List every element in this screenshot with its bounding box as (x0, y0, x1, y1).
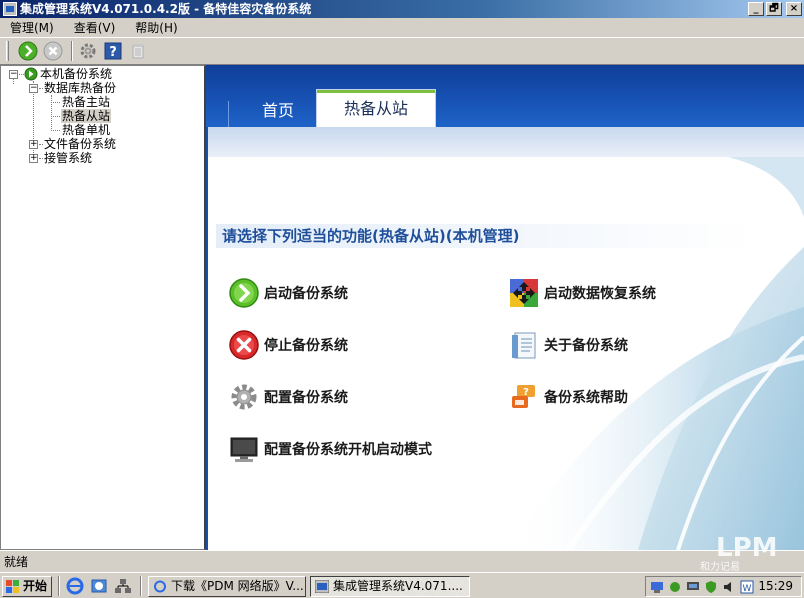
main-panel: 首页 热备从站 请选择下列适当的功能(热备从站)(本机管理) 启动备份系统 启动… (206, 65, 804, 550)
monitor-tray-icon[interactable] (686, 580, 700, 594)
explorer-quick-launch-icon[interactable] (90, 576, 108, 596)
about-backup-link[interactable]: 关于备份系统 (508, 329, 628, 361)
window-title: 集成管理系统V4.071.0.4.2版 - 备特佳容灾备份系统 (20, 2, 312, 16)
start-backup-label: 启动备份系统 (264, 286, 348, 302)
config-boot-mode-link[interactable]: 配置备份系统开机启动模式 (228, 433, 432, 465)
app-icon (3, 2, 17, 16)
shield-tray-icon[interactable] (704, 580, 718, 594)
tab-hot-slave[interactable]: 热备从站 (316, 89, 436, 127)
stop-backup-label: 停止备份系统 (264, 338, 348, 354)
system-tray: W 15:29 (645, 576, 802, 597)
window-titlebar: 集成管理系统V4.071.0.4.2版 - 备特佳容灾备份系统 _ 🗗 × (0, 0, 804, 18)
recovery-arrows-icon (508, 277, 540, 309)
tab-strip: 首页 热备从站 (206, 65, 804, 127)
config-backup-label: 配置备份系统 (264, 390, 348, 406)
menu-manage[interactable]: 管理(M) (2, 19, 62, 37)
stop-toolbar-button[interactable] (42, 40, 64, 62)
tree-collapse-toggle[interactable]: − (29, 84, 38, 93)
taskbar: 开始 下载《PDM 网络版》V... 集成管理系统V4.071.... W 15… (0, 572, 804, 598)
svg-text:W: W (743, 584, 752, 594)
tree-item-hot-slave[interactable]: 热备从站 (61, 109, 112, 123)
svg-text:LPM: LPM (716, 533, 778, 563)
status-tray-icon[interactable] (668, 580, 682, 594)
close-button[interactable]: × (786, 2, 802, 16)
svg-text:?: ? (109, 45, 117, 60)
lpm-watermark-logo: LPM 和力记易 (700, 533, 778, 572)
status-text: 就绪 (4, 555, 29, 569)
ie-quick-launch-icon[interactable] (66, 576, 84, 596)
window-controls: _ 🗗 × (748, 2, 802, 16)
windows-logo-icon (6, 580, 19, 593)
settings-toolbar-button[interactable] (77, 40, 99, 62)
speaker-tray-icon[interactable] (722, 580, 736, 594)
config-backup-link[interactable]: 配置备份系统 (228, 381, 348, 413)
app-window-icon (315, 580, 329, 593)
help-chat-icon: ? (508, 381, 540, 413)
document-icon (508, 329, 540, 361)
gear-icon (228, 381, 260, 413)
stop-backup-link[interactable]: 停止备份系统 (228, 329, 348, 361)
network-quick-launch-icon[interactable] (114, 576, 132, 596)
start-label: 开始 (23, 579, 48, 593)
system-clock[interactable]: 15:29 (758, 577, 793, 596)
navigation-tree: − 本机备份系统 − 数据库热备份 热备主站 热备从站 热备单机 + 文件备份系… (0, 65, 206, 550)
minimize-button[interactable]: _ (748, 2, 764, 16)
help-toolbar-button[interactable]: ? (102, 40, 124, 62)
stop-x-icon (228, 329, 260, 361)
toolbar-grip[interactable] (6, 41, 9, 61)
tree-expand-toggle[interactable]: + (29, 140, 38, 149)
svg-text:和力记易: 和力记易 (700, 560, 740, 572)
gear-icon (80, 43, 96, 59)
tree-item-hot-single[interactable]: 热备单机 (62, 123, 110, 137)
trash-icon (132, 44, 144, 59)
backup-help-link[interactable]: ? 备份系统帮助 (508, 381, 628, 413)
about-backup-label: 关于备份系统 (544, 338, 628, 354)
tree-item-managed[interactable]: 接管系统 (44, 151, 92, 165)
tree-item-file-backup[interactable]: 文件备份系统 (44, 137, 116, 151)
start-recovery-label: 启动数据恢复系统 (544, 286, 656, 302)
root-node-icon (24, 67, 38, 81)
help-icon: ? (104, 42, 122, 60)
taskbar-button-download[interactable]: 下载《PDM 网络版》V... (148, 576, 306, 597)
delete-toolbar-button[interactable] (127, 40, 149, 62)
function-content: 请选择下列适当的功能(热备从站)(本机管理) 启动备份系统 启动数据恢复系统 停… (208, 127, 804, 550)
start-backup-link[interactable]: 启动备份系统 (228, 277, 348, 309)
toolbar-separator (71, 41, 73, 61)
restore-button[interactable]: 🗗 (766, 2, 782, 16)
ie-icon (154, 580, 166, 593)
monitor-icon (228, 433, 260, 465)
menu-view[interactable]: 查看(V) (66, 19, 124, 37)
menu-bar: 管理(M) 查看(V) 帮助(H) (0, 18, 804, 37)
tree-expand-toggle[interactable]: + (29, 154, 38, 163)
tree-item-hot-master[interactable]: 热备主站 (62, 95, 110, 109)
tree-item-root[interactable]: 本机备份系统 (40, 67, 112, 81)
status-bar: 就绪 (0, 550, 804, 572)
start-toolbar-button[interactable] (17, 40, 39, 62)
tree-item-db-hot-backup[interactable]: 数据库热备份 (44, 81, 116, 95)
tree-collapse-toggle[interactable]: − (9, 70, 18, 79)
start-button[interactable]: 开始 (2, 576, 52, 597)
taskbar-button-integrated-manager[interactable]: 集成管理系统V4.071.... (310, 576, 470, 597)
network-tray-icon[interactable] (650, 580, 664, 594)
backup-help-label: 备份系统帮助 (544, 390, 628, 406)
function-header: 请选择下列适当的功能(热备从站)(本机管理) (216, 224, 756, 248)
tab-home[interactable]: 首页 (228, 95, 328, 127)
toolbar: ? (0, 37, 804, 65)
ime-tray-icon[interactable]: W (740, 580, 754, 594)
start-recovery-link[interactable]: 启动数据恢复系统 (508, 277, 656, 309)
config-boot-mode-label: 配置备份系统开机启动模式 (264, 442, 432, 458)
start-green-icon (18, 41, 38, 61)
stop-gray-icon (43, 41, 63, 61)
menu-help[interactable]: 帮助(H) (127, 19, 185, 37)
start-arrow-icon (228, 277, 260, 309)
